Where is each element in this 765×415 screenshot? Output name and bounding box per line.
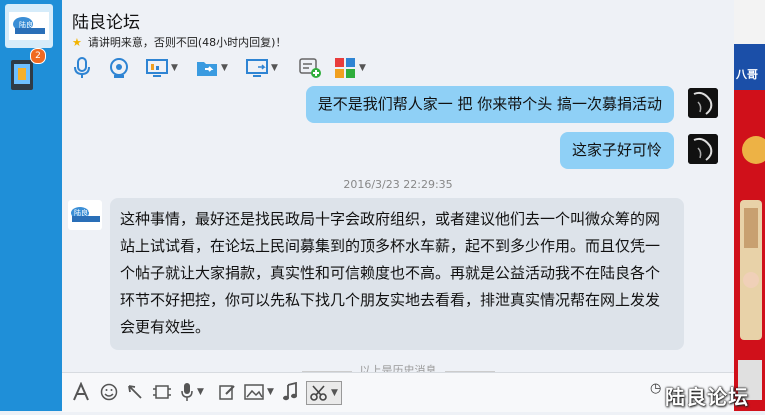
remote-desktop-button[interactable]: ▼ <box>246 54 278 82</box>
history-divider: 以上是历史消息 <box>62 362 734 372</box>
ad-top <box>734 0 765 44</box>
notice-text: 请讲明来意，否则不回(48小时内回复)！ <box>87 36 287 49</box>
apps-grid-icon <box>335 58 355 78</box>
chevron-down-icon[interactable]: ▼ <box>271 63 278 73</box>
image-icon <box>244 384 264 400</box>
screen-share-button[interactable]: ▼ <box>146 54 178 82</box>
microphone-icon <box>74 57 90 78</box>
music-icon <box>283 382 297 401</box>
ad-label: 八哥 <box>736 68 758 81</box>
avatar[interactable]: 陆良论坛 <box>68 200 102 230</box>
chevron-down-icon[interactable]: ▼ <box>331 388 338 398</box>
contact-avatar-forum[interactable]: 陆良论坛 <box>5 4 53 48</box>
chevron-down-icon[interactable]: ▼ <box>267 387 274 397</box>
unread-badge: 2 <box>30 48 46 64</box>
chat-notice: ★ 请讲明来意，否则不回(48小时内回复)！ <box>72 34 286 50</box>
font-icon <box>73 382 89 401</box>
file-transfer-button[interactable]: ▼ <box>196 54 228 82</box>
music-button[interactable] <box>282 381 298 403</box>
star-icon: ★ <box>72 36 82 49</box>
voice-icon <box>181 383 193 401</box>
message-outgoing: 是不是我们帮人家一 把 你来带个头 搞一次募捐活动 <box>305 86 674 123</box>
forum-logo-icon: 陆良论坛 <box>71 207 102 222</box>
scissors-button[interactable]: ▼ <box>306 381 342 405</box>
image-button[interactable]: ▼ <box>244 381 274 403</box>
chevron-down-icon[interactable]: ▼ <box>171 63 178 73</box>
screen-share-icon <box>146 59 168 77</box>
ad-image-icon <box>734 90 765 411</box>
webcam-icon <box>110 58 128 78</box>
input-toolbar: ▼ ▼ ▼ <box>62 372 734 412</box>
watermark-text: 陆良论坛 <box>665 385 749 409</box>
avatar[interactable] <box>688 134 718 164</box>
ad-header: 八哥 <box>734 44 765 90</box>
user-avatar-icon <box>688 88 718 118</box>
screenshot-button[interactable] <box>152 381 172 403</box>
contact-strip: 陆良论坛 2 <box>0 0 62 411</box>
chevron-down-icon[interactable]: ▼ <box>359 63 366 73</box>
chat-title: 陆良论坛 <box>72 13 140 33</box>
nudge-icon <box>128 385 142 399</box>
message-outgoing: 这家子好可怜 <box>559 132 674 169</box>
emoji-button[interactable] <box>100 381 118 403</box>
chat-toolbar: ▼ ▼ ▼ ▼ <box>72 54 452 82</box>
edit-button[interactable] <box>218 381 236 403</box>
microphone-button[interactable] <box>72 54 92 82</box>
chat-window: 陆良论坛 ★ 请讲明来意，否则不回(48小时内回复)！ ▼ ▼ ▼ ▼ 是不是我… <box>62 0 734 412</box>
ad-body <box>734 90 765 411</box>
remote-desktop-icon <box>246 59 268 77</box>
edit-icon <box>219 385 235 400</box>
advertisement-banner[interactable]: 八哥 <box>734 0 765 411</box>
user-avatar-icon <box>688 134 718 164</box>
add-app-button[interactable] <box>298 54 322 82</box>
chevron-down-icon[interactable]: ▼ <box>221 63 228 73</box>
nudge-button[interactable] <box>126 381 144 403</box>
emoji-icon <box>100 383 118 401</box>
voice-button[interactable]: ▼ <box>180 381 204 403</box>
font-button[interactable] <box>72 381 90 403</box>
apps-grid-button[interactable]: ▼ <box>334 54 366 82</box>
svg-text:陆良论坛: 陆良论坛 <box>74 208 102 217</box>
message-incoming: 这种事情，最好还是找民政局十字会政府组织，或者建议他们去一个叫微众筹的网站上试试… <box>110 198 684 350</box>
scissors-icon <box>310 385 327 401</box>
message-timestamp: 2016/3/23 22:29:35 <box>343 178 453 191</box>
webcam-button[interactable] <box>108 54 130 82</box>
forum-logo-icon: 陆良论坛 <box>9 12 49 40</box>
clock-icon[interactable]: ◷ <box>650 381 661 396</box>
chat-header: 陆良论坛 ★ 请讲明来意，否则不回(48小时内回复)！ ▼ ▼ ▼ ▼ <box>62 0 734 86</box>
file-transfer-icon <box>197 62 217 76</box>
chevron-down-icon[interactable]: ▼ <box>197 387 204 397</box>
add-app-icon <box>299 58 321 78</box>
svg-text:陆良论坛: 陆良论坛 <box>19 20 47 29</box>
message-list: 是不是我们帮人家一 把 你来带个头 搞一次募捐活动 这家子好可怜 2016/3/… <box>62 86 734 372</box>
avatar[interactable] <box>688 88 718 118</box>
screenshot-icon <box>153 385 171 399</box>
